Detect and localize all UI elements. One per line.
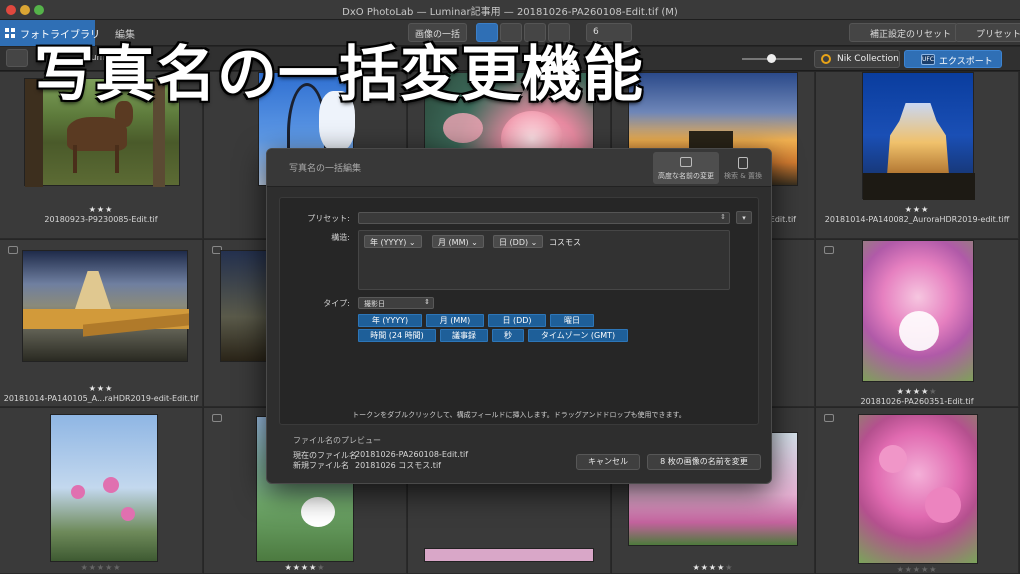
camera-icon — [824, 414, 834, 422]
camera-icon — [212, 414, 222, 422]
rating-stars[interactable]: ★★★ — [0, 384, 202, 393]
preview-title: ファイル名のプレビュー — [293, 436, 381, 445]
dialog-header: 写真名の一括編集 高度な名前の変更 検索 & 置換 — [267, 149, 771, 187]
window-title: DxO PhotoLab — Luminar記事用 — 20181026-PA2… — [342, 7, 678, 18]
export-button[interactable]: UFC エクスポート — [904, 50, 1002, 68]
rating-stars[interactable]: ★★★★★ — [0, 563, 202, 572]
thumbnail-image — [862, 240, 974, 382]
select-arrow-icon: ⇕ — [424, 298, 430, 306]
reset-corrections-button[interactable]: 補正設定のリセット — [849, 23, 959, 42]
rename-settings-panel: プリセット: ⇕ ▾ 構造: 年 (YYYY) ⌄ 月 (MM) ⌄ 日 (DD… — [279, 197, 759, 425]
thumbnail-image — [22, 250, 189, 362]
camera-icon — [824, 246, 834, 254]
rename-arrow-icon — [680, 157, 692, 167]
file-name: 20181014-PA140105_A...raHDR2019-edit-Edi… — [3, 394, 199, 403]
file-name: 20181026-PA260351-Edit.tif — [860, 397, 974, 406]
thumbnail-cell[interactable]: ★★★★★ — [816, 408, 1019, 574]
structure-text: コスモス — [549, 238, 581, 247]
new-filename-label: 新規ファイル名 — [293, 461, 349, 470]
rating-stars[interactable]: ★★★ — [0, 205, 202, 214]
structure-field[interactable]: 年 (YYYY) ⌄ 月 (MM) ⌄ 日 (DD) ⌄ コスモス — [358, 230, 730, 290]
preset-button[interactable]: プリセット — [955, 23, 1020, 42]
thumbnail-cell[interactable]: ★★★★★ — [0, 408, 203, 574]
title-bar: DxO PhotoLab — Luminar記事用 — 20181026-PA2… — [0, 0, 1020, 20]
sort-icon[interactable] — [6, 49, 28, 67]
structure-token-day[interactable]: 日 (DD) ⌄ — [493, 235, 544, 248]
token-hour[interactable]: 時間 (24 時間) — [358, 329, 436, 342]
rename-images-button[interactable]: 8 枚の画像の名前を変更 — [647, 454, 761, 470]
preset-menu-button[interactable]: ▾ — [736, 211, 752, 224]
file-name: 20181014-PA140082_AuroraHDR2019-edit.tif… — [824, 215, 1010, 224]
cancel-button[interactable]: キャンセル — [576, 454, 640, 470]
select-arrow-icon: ⇕ — [720, 213, 726, 221]
slider-knob[interactable] — [767, 54, 776, 63]
token-weekday[interactable]: 曜日 — [550, 314, 594, 327]
thumbnail-cell[interactable]: ★★★ 20181014-PA140082_AuroraHDR2019-edit… — [816, 72, 1019, 239]
type-label: タイプ: — [323, 299, 350, 308]
file-name: 20180923-P9230085-Edit.tif — [44, 215, 158, 224]
thumbnail-cell[interactable]: ★★★★★ 20181026-PA260351-Edit.tif — [816, 240, 1019, 407]
thumbnail-image — [50, 414, 158, 562]
current-filename-value: 20181026-PA260108-Edit.tif — [355, 450, 469, 459]
nik-collection-button[interactable]: Nik Collection — [814, 50, 900, 68]
preset-select[interactable]: ⇕ — [358, 212, 730, 224]
search-replace-label: 検索 & 置換 — [724, 172, 762, 180]
grid-icon — [5, 28, 15, 38]
camera-icon — [8, 246, 18, 254]
search-replace-button[interactable]: 検索 & 置換 — [710, 152, 776, 184]
nik-icon — [821, 54, 831, 64]
new-filename-value: 20181026 コスモス.tif — [355, 461, 441, 470]
rating-stars[interactable]: ★★★★★ — [612, 563, 814, 572]
token-seconds[interactable]: 秒 — [492, 329, 524, 342]
rating-stars[interactable]: ★★★★★ — [816, 565, 1018, 574]
token-minutes[interactable]: 議事録 — [440, 329, 488, 342]
structure-label: 構造: — [331, 233, 350, 242]
overlay-caption: 写真名の一括変更機能 — [34, 40, 644, 110]
token-year[interactable]: 年 (YYYY) — [358, 314, 422, 327]
rating-stars[interactable]: ★★★★★ — [204, 563, 406, 572]
structure-token-year[interactable]: 年 (YYYY) ⌄ — [364, 235, 422, 248]
export-icon: UFC — [921, 54, 935, 65]
export-label: エクスポート — [939, 57, 993, 67]
app-window: DxO PhotoLab — Luminar記事用 — 20181026-PA2… — [0, 0, 1020, 574]
thumbnail-image — [862, 72, 975, 200]
preset-label: プリセット: — [307, 214, 350, 223]
rating-stars[interactable]: ★★★ — [816, 205, 1018, 214]
thumbnail-image — [424, 548, 594, 562]
nik-collection-label: Nik Collection — [837, 54, 899, 64]
structure-token-month[interactable]: 月 (MM) ⌄ — [432, 235, 484, 248]
rating-stars[interactable]: ★★★★★ — [816, 387, 1018, 396]
type-select[interactable]: 撮影日 ⇕ — [358, 297, 434, 309]
token-day[interactable]: 日 (DD) — [488, 314, 546, 327]
thumbnail-image — [858, 414, 978, 564]
batch-rename-dialog: 写真名の一括編集 高度な名前の変更 検索 & 置換 プリセット: ⇕ ▾ 構造:… — [266, 148, 772, 484]
token-month[interactable]: 月 (MM) — [426, 314, 484, 327]
thumbnail-cell[interactable]: ★★★ 20181014-PA140105_A...raHDR2019-edit… — [0, 240, 203, 407]
token-timezone[interactable]: タイムゾーン (GMT) — [528, 329, 628, 342]
dialog-title: 写真名の一括編集 — [289, 164, 362, 174]
document-search-icon — [738, 157, 748, 169]
instruction-hint: トークンをダブルクリックして、構成フィールドに挿入します。ドラッグアンドドロップ… — [352, 411, 686, 419]
